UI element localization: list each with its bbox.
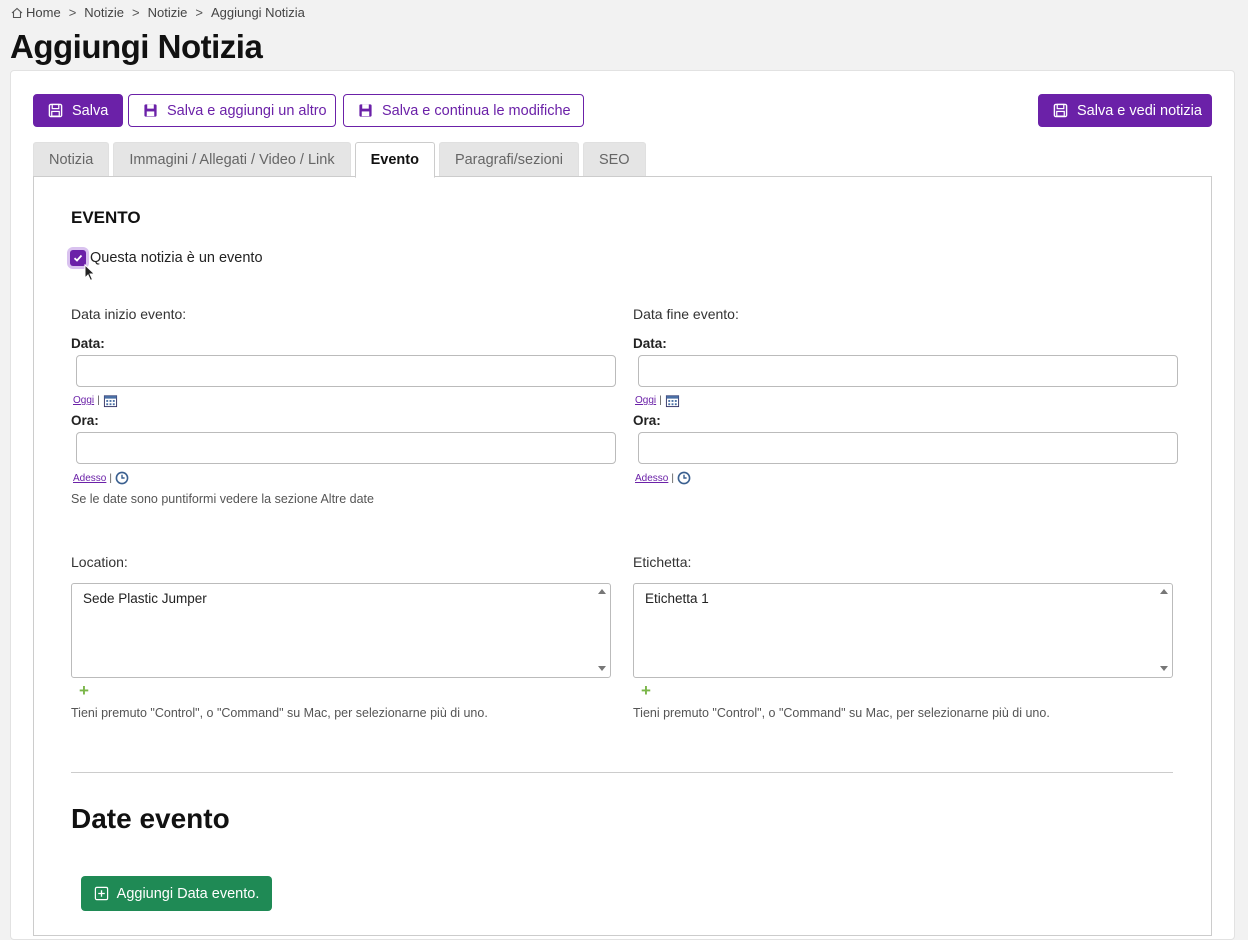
start-date-label: Data inizio evento:	[71, 306, 187, 322]
tab-paragrafi[interactable]: Paragrafi/sezioni	[438, 142, 579, 177]
breadcrumb-home[interactable]: Home	[26, 5, 61, 20]
scroll-down-arrow[interactable]	[598, 666, 606, 671]
tag-select[interactable]: Etichetta 1	[633, 583, 1173, 678]
plus-square-icon	[94, 886, 108, 901]
save-and-continue-label: Salva e continua le modifiche	[382, 102, 571, 119]
calendar-icon[interactable]	[103, 393, 118, 408]
start-today-link[interactable]: Oggi	[73, 395, 94, 406]
start-time-input[interactable]	[76, 432, 616, 464]
end-now-link[interactable]: Adesso	[635, 473, 668, 484]
tab-media[interactable]: Immagini / Allegati / Video / Link	[113, 142, 351, 177]
end-date-label: Data fine evento:	[633, 306, 739, 322]
breadcrumb-separator: >	[132, 5, 140, 20]
date-help-text: Se le date sono puntiformi vedere la sez…	[71, 492, 374, 506]
section-divider	[71, 772, 1173, 773]
save-and-view-button[interactable]: Salva e vedi notizia	[1038, 94, 1212, 127]
breadcrumb-notizie-app[interactable]: Notizie	[84, 5, 124, 20]
scroll-down-arrow[interactable]	[1160, 666, 1168, 671]
save-and-add-label: Salva e aggiungi un altro	[167, 102, 327, 119]
breadcrumb-separator: >	[195, 5, 203, 20]
breadcrumb-separator: >	[68, 5, 77, 20]
clock-icon[interactable]	[677, 471, 691, 485]
shortcut-separator: |	[109, 472, 112, 484]
save-icon	[1053, 103, 1068, 118]
shortcut-separator: |	[671, 472, 674, 484]
location-label: Location:	[71, 554, 128, 570]
add-event-date-button[interactable]: Aggiungi Data evento.	[81, 876, 272, 911]
end-time-shortcuts: Adesso |	[635, 471, 691, 485]
home-icon	[11, 7, 23, 18]
breadcrumb: Home > Notizie > Notizie > Aggiungi Noti…	[11, 5, 305, 20]
location-select[interactable]: Sede Plastic Jumper	[71, 583, 611, 678]
check-icon	[73, 254, 83, 262]
end-date-shortcuts: Oggi |	[635, 393, 680, 408]
save-and-continue-button[interactable]: Salva e continua le modifiche	[343, 94, 584, 127]
save-button[interactable]: Salva	[33, 94, 124, 127]
start-date-shortcuts: Oggi |	[73, 393, 118, 408]
shortcut-separator: |	[659, 395, 662, 406]
tab-bar: Notizia Immagini / Allegati / Video / Li…	[33, 142, 650, 178]
tag-label: Etichetta:	[633, 554, 692, 570]
end-date-field-label: Data:	[633, 336, 667, 351]
start-date-input[interactable]	[76, 355, 616, 387]
page-title: Aggiungi Notizia	[10, 28, 263, 65]
start-now-link[interactable]: Adesso	[73, 473, 106, 484]
tag-help-text: Tieni premuto "Control", o "Command" su …	[633, 706, 1050, 720]
location-help-text: Tieni premuto "Control", o "Command" su …	[71, 706, 488, 720]
shortcut-separator: |	[97, 395, 100, 406]
tag-option[interactable]: Etichetta 1	[645, 591, 709, 606]
is-event-label[interactable]: Questa notizia è un evento	[90, 250, 263, 266]
start-time-field-label: Ora:	[71, 413, 99, 428]
calendar-icon[interactable]	[665, 393, 680, 408]
breadcrumb-notizie-model[interactable]: Notizie	[148, 5, 188, 20]
tab-notizia[interactable]: Notizia	[33, 142, 110, 177]
save-button-label: Salva	[72, 102, 109, 119]
add-location-button[interactable]: +	[79, 682, 89, 699]
tab-seo[interactable]: SEO	[582, 142, 646, 177]
save-and-add-button[interactable]: Salva e aggiungi un altro	[128, 94, 336, 127]
scroll-up-arrow[interactable]	[1160, 589, 1168, 594]
save-icon	[359, 104, 372, 117]
tab-evento[interactable]: Evento	[354, 142, 435, 178]
end-time-field-label: Ora:	[633, 413, 661, 428]
end-date-input[interactable]	[638, 355, 1178, 387]
clock-icon[interactable]	[115, 471, 129, 485]
date-evento-heading: Date evento	[71, 803, 230, 834]
add-event-date-label: Aggiungi Data evento.	[116, 885, 260, 902]
save-icon	[48, 103, 63, 118]
end-today-link[interactable]: Oggi	[635, 395, 656, 406]
evento-heading: EVENTO	[71, 208, 141, 227]
start-date-field-label: Data:	[71, 336, 105, 351]
location-option[interactable]: Sede Plastic Jumper	[83, 591, 207, 606]
scroll-up-arrow[interactable]	[598, 589, 606, 594]
save-icon	[144, 104, 157, 117]
is-event-row: Questa notizia è un evento	[70, 250, 263, 266]
end-time-input[interactable]	[638, 432, 1178, 464]
mouse-cursor-icon	[84, 264, 96, 282]
add-tag-button[interactable]: +	[641, 682, 651, 699]
breadcrumb-current: Aggiungi Notizia	[210, 5, 305, 20]
save-and-view-label: Salva e vedi notizia	[1077, 102, 1202, 119]
start-time-shortcuts: Adesso |	[73, 471, 129, 485]
